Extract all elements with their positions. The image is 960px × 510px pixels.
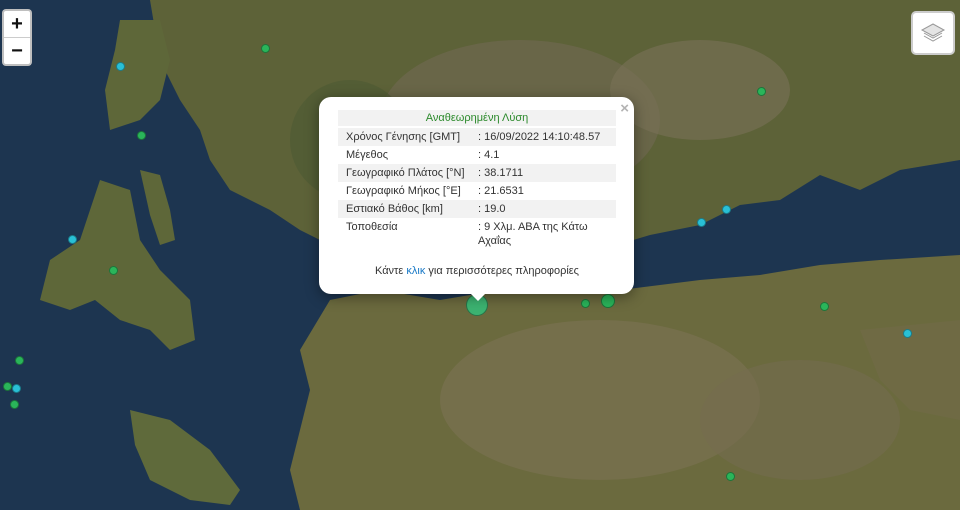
detail-value: : 16/09/2022 14:10:48.57: [474, 128, 616, 146]
earthquake-marker[interactable]: [580, 298, 590, 308]
earthquake-marker[interactable]: [9, 399, 19, 409]
earthquake-marker[interactable]: [725, 471, 735, 481]
earthquake-marker[interactable]: [14, 355, 24, 365]
close-icon[interactable]: ×: [620, 100, 629, 117]
detail-value: : 19.0: [474, 200, 616, 218]
detail-label: Τοποθεσία: [346, 221, 398, 233]
more-info-text: Κάντε κλικ για περισσότερες πληροφορίες: [338, 265, 616, 277]
detail-value: : 4.1: [478, 149, 500, 161]
detail-value: : 21.6531: [478, 185, 524, 197]
earthquake-popup: × Αναθεωρημένη Λύση Χρόνος Γένησης [GMT]…: [319, 97, 634, 301]
detail-value: : 9 Χλμ. ΑΒΑ της Κάτω Αχαΐας: [478, 221, 588, 247]
zoom-control: + −: [2, 9, 32, 66]
detail-value: : 38.1711: [474, 164, 616, 182]
zoom-out-button[interactable]: −: [4, 37, 30, 64]
detail-row: Γεωγραφικό Πλάτος [°N]: 38.1711: [338, 164, 616, 182]
zoom-in-button[interactable]: +: [4, 11, 30, 37]
earthquake-marker[interactable]: [819, 301, 829, 311]
earthquake-details-table: Χρόνος Γένησης [GMT]: 16/09/2022 14:10:4…: [338, 128, 616, 250]
detail-row: Μέγεθος : 4.1: [338, 146, 616, 164]
layers-button[interactable]: [911, 11, 955, 55]
detail-label: Μέγεθος: [346, 149, 389, 161]
earthquake-marker[interactable]: [11, 383, 21, 393]
more-suffix: για περισσότερες πληροφορίες: [425, 265, 579, 277]
more-prefix: Κάντε: [375, 265, 407, 277]
map-canvas[interactable]: + − × Αναθεωρημένη Λύση Χρόνος Γένησης […: [0, 0, 960, 510]
detail-label: Γεωγραφικό Πλάτος [°N]: [338, 164, 474, 182]
earthquake-marker[interactable]: [721, 204, 731, 214]
earthquake-marker[interactable]: [115, 61, 125, 71]
more-info-link[interactable]: κλικ: [406, 265, 425, 277]
detail-row: Χρόνος Γένησης [GMT]: 16/09/2022 14:10:4…: [338, 128, 616, 146]
detail-label: Εστιακό Βάθος [km]: [338, 200, 474, 218]
detail-row: Γεωγραφικό Μήκος [°E] : 21.6531: [338, 182, 616, 200]
earthquake-marker[interactable]: [756, 86, 766, 96]
detail-label: Χρόνος Γένησης [GMT]: [338, 128, 474, 146]
detail-label: Γεωγραφικό Μήκος [°E]: [346, 185, 461, 197]
detail-row: Εστιακό Βάθος [km]: 19.0: [338, 200, 616, 218]
detail-row: Τοποθεσία : 9 Χλμ. ΑΒΑ της Κάτω Αχαΐας: [338, 218, 616, 250]
earthquake-marker[interactable]: [67, 234, 77, 244]
earthquake-marker[interactable]: [902, 328, 912, 338]
earthquake-marker[interactable]: [108, 265, 118, 275]
earthquake-marker[interactable]: [136, 130, 146, 140]
earthquake-marker[interactable]: [601, 294, 615, 308]
earthquake-marker[interactable]: [696, 217, 706, 227]
layers-icon: [920, 23, 946, 42]
popup-tip: [468, 291, 488, 301]
earthquake-marker[interactable]: [260, 43, 270, 53]
earthquake-marker[interactable]: [2, 381, 12, 391]
popup-title: Αναθεωρημένη Λύση: [338, 110, 616, 126]
